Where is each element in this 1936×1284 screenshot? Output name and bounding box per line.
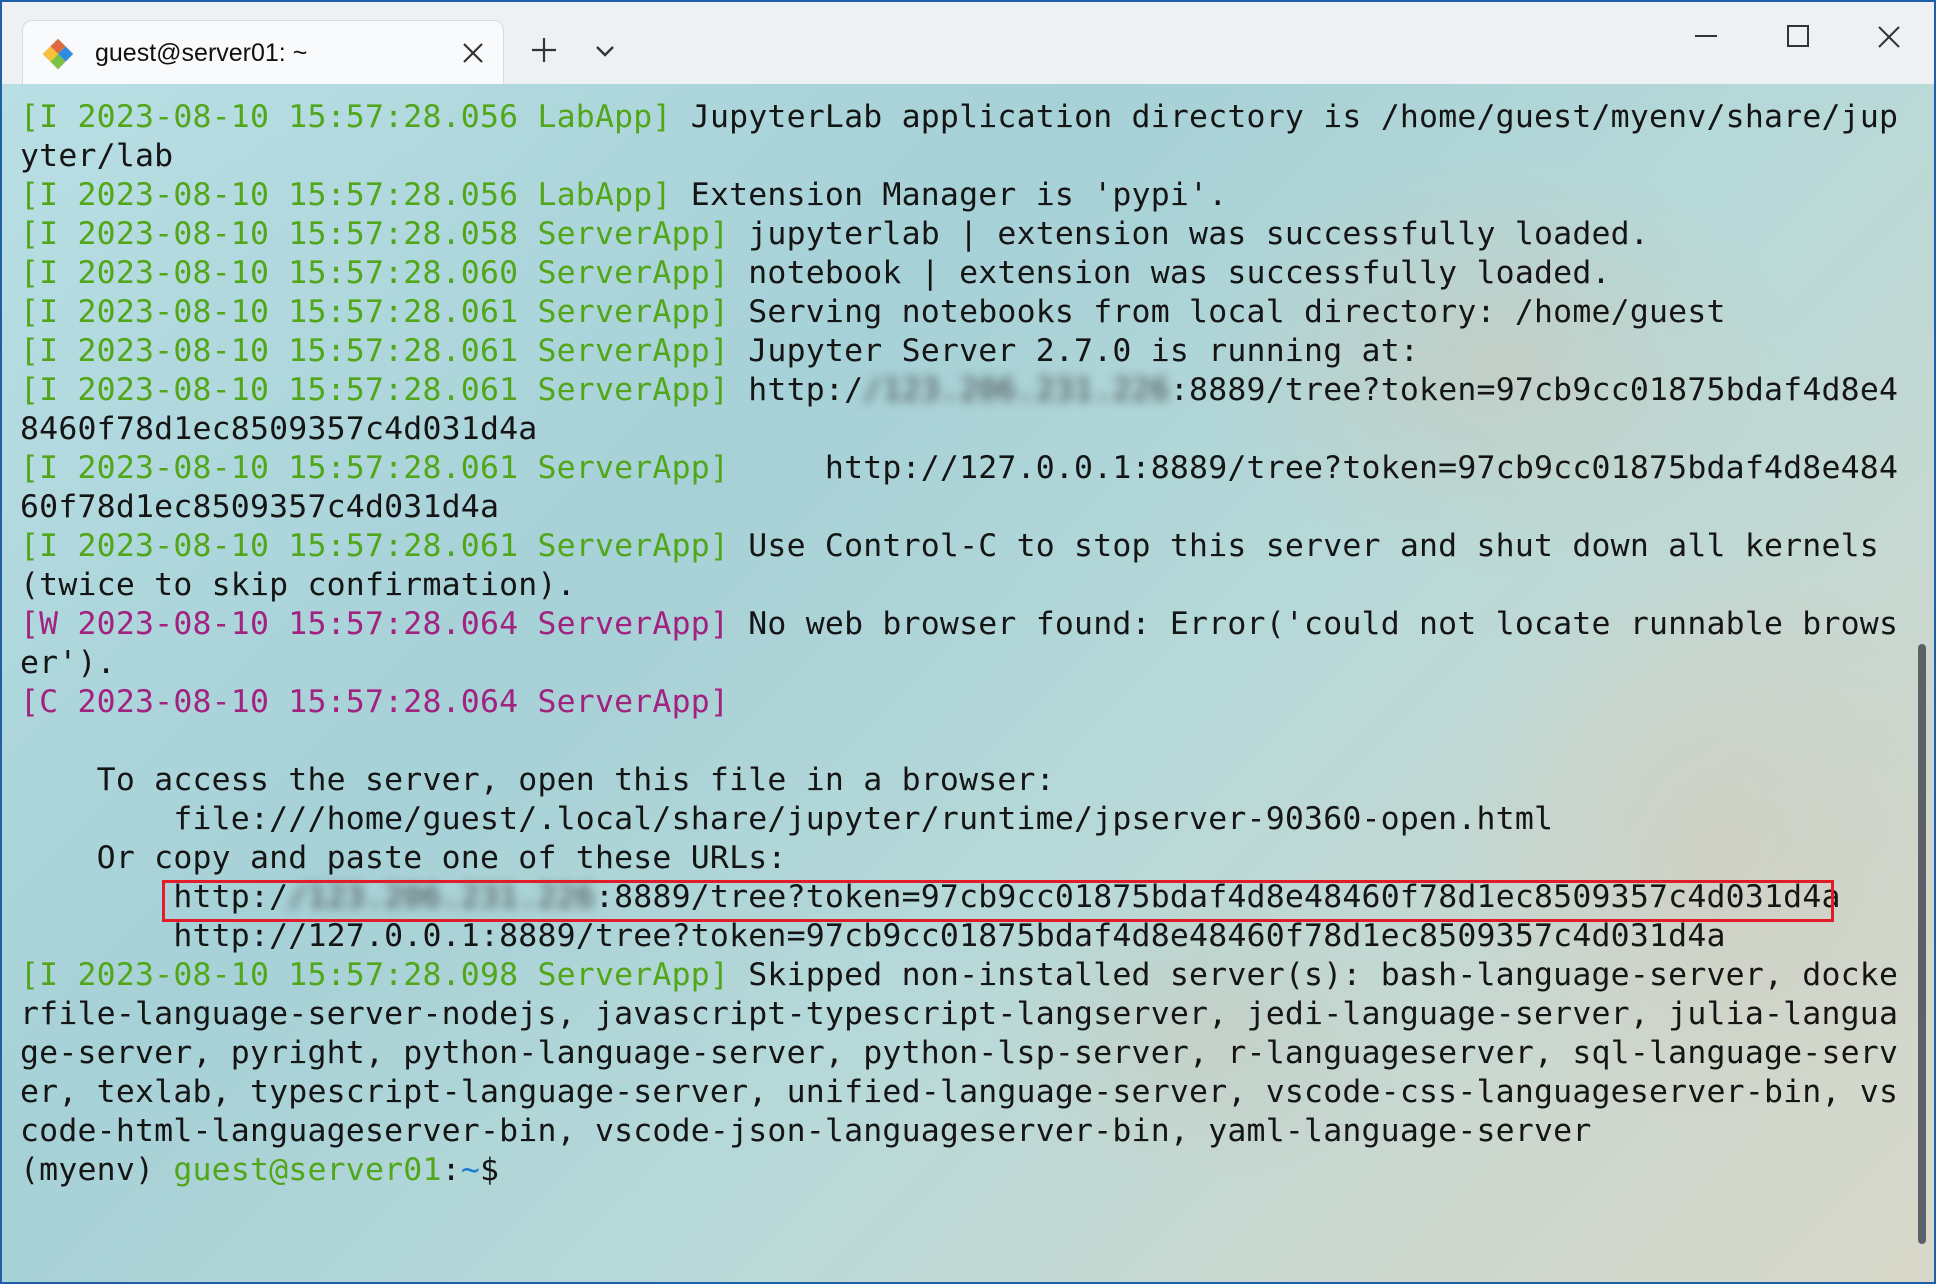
terminal-text: Use Control-C to stop this server and sh… xyxy=(729,528,1879,564)
tab-terminal[interactable]: guest@server01: ~ xyxy=(22,20,504,85)
terminal-text: 8460f78d1ec8509357c4d031d4a xyxy=(20,411,538,447)
title-bar: guest@server01: ~ xyxy=(2,2,1934,85)
terminal-line: code-html-languageserver-bin, vscode-jso… xyxy=(20,1112,1900,1151)
terminal-text: code-html-languageserver-bin, vscode-jso… xyxy=(20,1113,1592,1149)
terminal-text: [I 2023-08-10 15:57:28.058 ServerApp] xyxy=(20,216,730,252)
terminal-text: yter/lab xyxy=(20,138,174,174)
terminal-text: Or copy and paste one of these URLs: xyxy=(20,840,787,876)
terminal-text: er'). xyxy=(20,645,116,681)
terminal-text: [I 2023-08-10 15:57:28.056 LabApp] xyxy=(20,177,672,213)
terminal-line: [I 2023-08-10 15:57:28.061 ServerApp] ht… xyxy=(20,371,1900,410)
terminal-text: [I 2023-08-10 15:57:28.061 ServerApp] xyxy=(20,294,730,330)
terminal-text: (twice to skip confirmation). xyxy=(20,567,576,603)
terminal-app-icon xyxy=(41,37,75,71)
terminal-text: :8889/tree?token=97cb9cc01875bdaf4d8e4 xyxy=(1169,372,1899,408)
terminal-pane[interactable]: [I 2023-08-10 15:57:28.056 LabApp] Jupyt… xyxy=(2,84,1934,1282)
terminal-line: ge-server, pyright, python-language-serv… xyxy=(20,1034,1900,1073)
terminal-text: guest@server01 xyxy=(173,1152,442,1188)
terminal-line: [I 2023-08-10 15:57:28.061 ServerApp] Ju… xyxy=(20,332,1900,371)
terminal-text: jupyterlab | extension was successfully … xyxy=(729,216,1649,252)
terminal-text: [I 2023-08-10 15:57:28.060 ServerApp] xyxy=(20,255,730,291)
terminal-line: er'). xyxy=(20,644,1900,683)
terminal-line: [I 2023-08-10 15:57:28.060 ServerApp] no… xyxy=(20,254,1900,293)
terminal-line: To access the server, open this file in … xyxy=(20,761,1900,800)
terminal-line: file:///home/guest/.local/share/jupyter/… xyxy=(20,800,1900,839)
terminal-line: [C 2023-08-10 15:57:28.064 ServerApp] xyxy=(20,683,1900,722)
terminal-line: [I 2023-08-10 15:57:28.056 LabApp] Exten… xyxy=(20,176,1900,215)
terminal-line: er, texlab, typescript-language-server, … xyxy=(20,1073,1900,1112)
terminal-text: Extension Manager is 'pypi'. xyxy=(671,177,1228,213)
terminal-line: [W 2023-08-10 15:57:28.064 ServerApp] No… xyxy=(20,605,1900,644)
highlight-box xyxy=(162,880,1834,922)
terminal-line: rfile-language-server-nodejs, javascript… xyxy=(20,995,1900,1034)
terminal-text: file:///home/guest/.local/share/jupyter/… xyxy=(20,801,1554,837)
terminal-text: [I 2023-08-10 15:57:28.056 LabApp] xyxy=(20,99,672,135)
terminal-text: Jupyter Server 2.7.0 is running at: xyxy=(729,333,1420,369)
terminal-line: http://127.0.0.1:8889/tree?token=97cb9cc… xyxy=(20,917,1900,956)
terminal-text: To access the server, open this file in … xyxy=(20,762,1055,798)
redacted-ip: /123.206.231.226 xyxy=(863,372,1170,408)
maximize-icon[interactable] xyxy=(1784,22,1812,50)
terminal-line: (twice to skip confirmation). xyxy=(20,566,1900,605)
terminal-text: http:/ xyxy=(729,372,864,408)
close-icon[interactable] xyxy=(459,39,487,67)
terminal-line: [I 2023-08-10 15:57:28.061 ServerApp] ht… xyxy=(20,449,1900,488)
terminal-text: Serving notebooks from local directory: … xyxy=(729,294,1726,330)
terminal-line: [I 2023-08-10 15:57:28.061 ServerApp] Us… xyxy=(20,527,1900,566)
minimize-icon[interactable] xyxy=(1692,22,1720,50)
tab-title: guest@server01: ~ xyxy=(95,39,308,67)
terminal-text: (myenv) xyxy=(20,1152,174,1188)
terminal-line: [I 2023-08-10 15:57:28.098 ServerApp] Sk… xyxy=(20,956,1900,995)
terminal-text: [W 2023-08-10 15:57:28.064 ServerApp] xyxy=(20,606,730,642)
terminal-window: guest@server01: ~ [I 2023-08-10 15:57:28… xyxy=(0,0,1936,1284)
terminal-line: [I 2023-08-10 15:57:28.058 ServerApp] ju… xyxy=(20,215,1900,254)
terminal-text: http://127.0.0.1:8889/tree?token=97cb9cc… xyxy=(20,918,1726,954)
terminal-line: 60f78d1ec8509357c4d031d4a xyxy=(20,488,1900,527)
terminal-text: er, texlab, typescript-language-server, … xyxy=(20,1074,1899,1110)
terminal-text: No web browser found: Error('could not l… xyxy=(729,606,1899,642)
terminal-output: [I 2023-08-10 15:57:28.056 LabApp] Jupyt… xyxy=(20,98,1900,1190)
terminal-line: (myenv) guest@server01:~$ xyxy=(20,1151,1900,1190)
terminal-text: http://127.0.0.1:8889/tree?token=97cb9cc… xyxy=(729,450,1899,486)
terminal-text: $ xyxy=(479,1152,500,1188)
terminal-text: notebook | extension was successfully lo… xyxy=(729,255,1611,291)
terminal-text: 60f78d1ec8509357c4d031d4a xyxy=(20,489,500,525)
terminal-text: ge-server, pyright, python-language-serv… xyxy=(20,1035,1899,1071)
terminal-text: JupyterLab application directory is /hom… xyxy=(671,99,1899,135)
terminal-text: [C 2023-08-10 15:57:28.064 ServerApp] xyxy=(20,684,730,720)
plus-icon[interactable] xyxy=(526,32,562,68)
terminal-text: : xyxy=(441,1152,461,1188)
terminal-text: rfile-language-server-nodejs, javascript… xyxy=(20,996,1899,1032)
scrollbar-thumb[interactable] xyxy=(1918,644,1926,1244)
terminal-text: Skipped non-installed server(s): bash-la… xyxy=(729,957,1899,993)
chevron-down-icon[interactable] xyxy=(592,38,618,64)
terminal-text: [I 2023-08-10 15:57:28.061 ServerApp] xyxy=(20,372,730,408)
terminal-line: [I 2023-08-10 15:57:28.061 ServerApp] Se… xyxy=(20,293,1900,332)
terminal-line: 8460f78d1ec8509357c4d031d4a xyxy=(20,410,1900,449)
terminal-line: Or copy and paste one of these URLs: xyxy=(20,839,1900,878)
terminal-text: [I 2023-08-10 15:57:28.061 ServerApp] xyxy=(20,333,730,369)
terminal-line: [I 2023-08-10 15:57:28.056 LabApp] Jupyt… xyxy=(20,98,1900,137)
terminal-text: [I 2023-08-10 15:57:28.061 ServerApp] xyxy=(20,528,730,564)
terminal-text: [I 2023-08-10 15:57:28.098 ServerApp] xyxy=(20,957,730,993)
terminal-line: yter/lab xyxy=(20,137,1900,176)
close-icon[interactable] xyxy=(1874,22,1904,52)
terminal-text: ~ xyxy=(460,1152,480,1188)
terminal-text: [I 2023-08-10 15:57:28.061 ServerApp] xyxy=(20,450,730,486)
